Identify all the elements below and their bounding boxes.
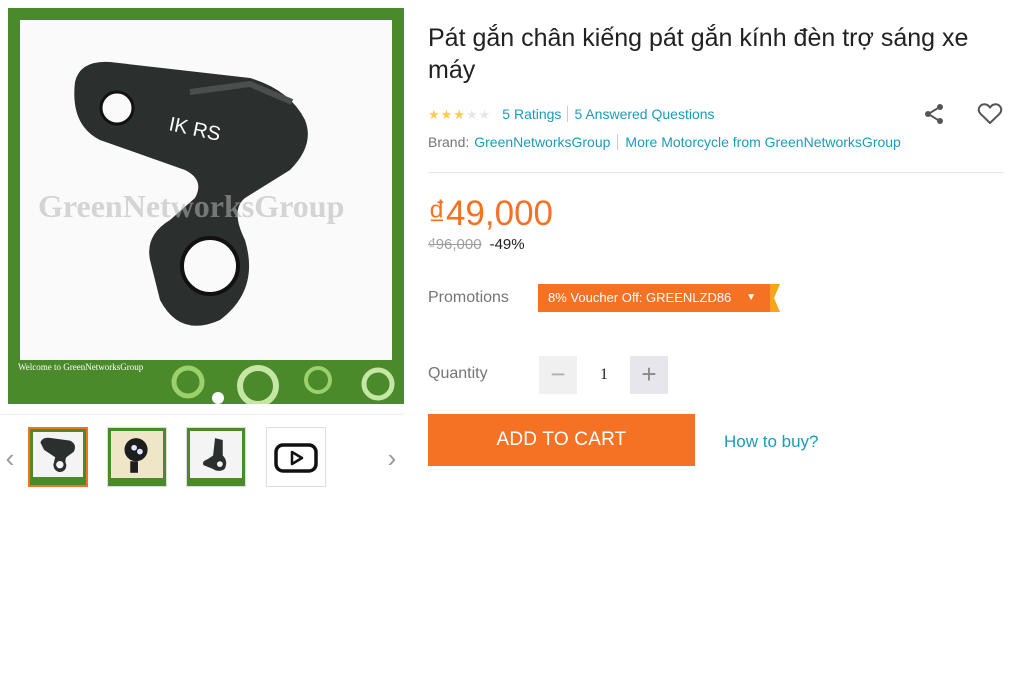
voucher-dropdown[interactable]: 8% Voucher Off: GREENLZD86 ▼: [538, 284, 764, 312]
product-title: Pát gắn chân kiếng pát gắn kính đèn trợ …: [428, 24, 969, 84]
thumbnail-video[interactable]: [266, 427, 326, 487]
rating-stars: ★ ★ ★ ★ ★: [428, 108, 490, 121]
gallery-divider: [0, 414, 404, 415]
share-icon[interactable]: [922, 102, 946, 126]
more-from-brand-link[interactable]: More Motorcycle from GreenNetworksGroup: [625, 134, 900, 150]
add-to-cart-button[interactable]: ADD TO CART: [428, 414, 695, 466]
heart-icon[interactable]: [977, 102, 1003, 126]
rating-row: ★ ★ ★ ★ ★ 5 Ratings 5 Answered Questions: [428, 104, 715, 124]
quantity-input[interactable]: [578, 356, 630, 394]
image-watermark: GreenNetworksGroup: [38, 188, 345, 224]
questions-link[interactable]: 5 Answered Questions: [574, 106, 714, 122]
chevron-right-icon[interactable]: ›: [384, 444, 400, 472]
divider: [567, 106, 569, 122]
quantity-label: Quantity: [428, 365, 488, 382]
thumbnail-3[interactable]: [186, 427, 246, 487]
thumbnail-1[interactable]: [28, 427, 88, 487]
star-icon: ★: [453, 106, 465, 122]
original-price-row: ₫96,000 -49%: [428, 236, 525, 253]
thumbnail-2[interactable]: [107, 427, 167, 487]
chevron-left-icon[interactable]: ‹: [2, 444, 18, 472]
product-photo-area: IK RS GreenNetworksGroup: [20, 20, 392, 360]
image-welcome-text: Welcome to GreenNetworksGroup: [18, 362, 144, 372]
brand-row: Brand: GreenNetworksGroup More Motorcycl…: [428, 134, 901, 150]
section-divider: [428, 172, 1004, 173]
promotions-label: Promotions: [428, 289, 509, 306]
video-play-icon: [274, 443, 318, 473]
quantity-increase-button[interactable]: +: [630, 356, 668, 394]
discount-badge: -49%: [489, 236, 525, 253]
star-icon: ★: [440, 106, 453, 122]
flower-decoration: [171, 365, 395, 404]
divider: [617, 134, 619, 150]
star-icon: ★: [478, 106, 491, 122]
current-price: ₫49,000: [428, 194, 554, 233]
voucher-label: 8% Voucher Off: GREENLZD86: [548, 290, 732, 305]
how-to-buy-link[interactable]: How to buy?: [724, 432, 819, 452]
voucher-ribbon-tail: [764, 284, 780, 312]
caret-down-icon: ▼: [746, 292, 756, 303]
original-price: ₫96,000: [428, 236, 482, 253]
star-icon: ★: [465, 106, 478, 122]
main-product-image[interactable]: IK RS GreenNetworksGroup Welcome to Gree…: [8, 8, 404, 404]
brand-link[interactable]: GreenNetworksGroup: [474, 134, 610, 150]
star-icon: ★: [428, 106, 440, 122]
quantity-decrease-button[interactable]: −: [539, 356, 577, 394]
brand-label: Brand:: [428, 134, 470, 150]
ratings-link[interactable]: 5 Ratings: [502, 106, 561, 122]
